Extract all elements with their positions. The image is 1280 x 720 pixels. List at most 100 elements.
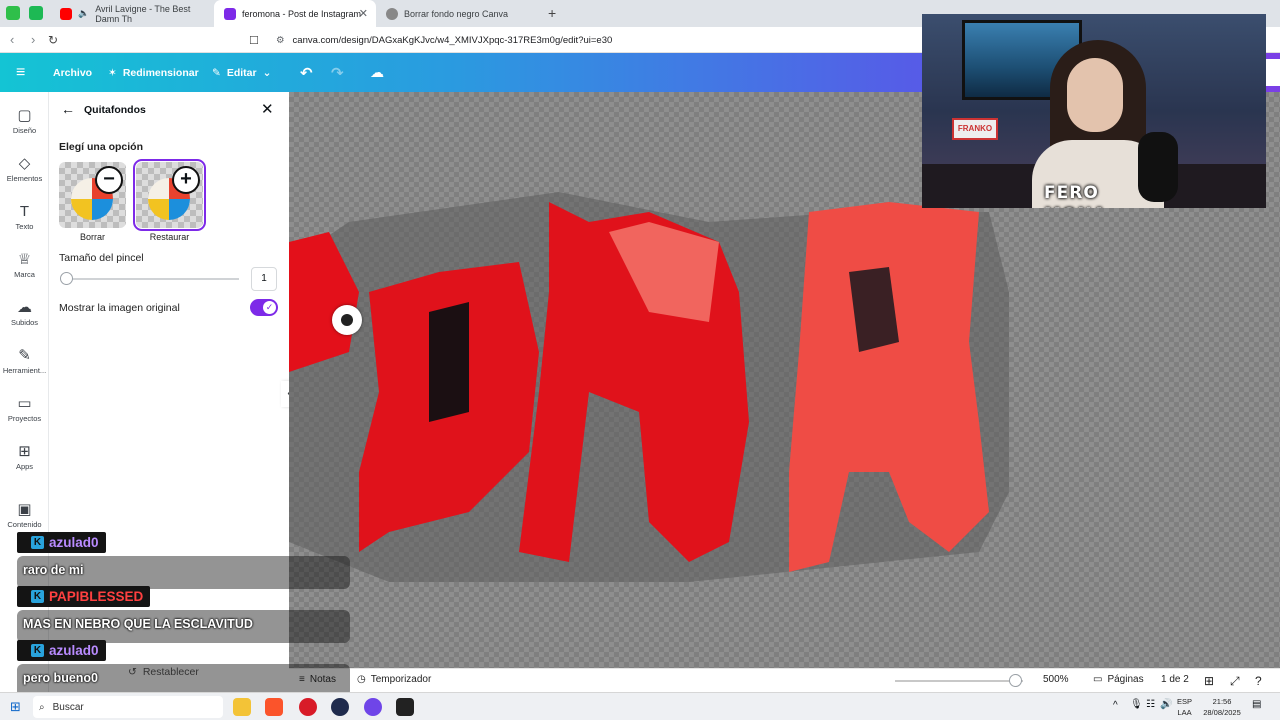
grid-view-icon[interactable]: ⊞	[1204, 674, 1214, 688]
status-bar: ≡ Notas ◷ Temporizador 500% ▭ Páginas 1 de …	[289, 668, 1280, 692]
crown-icon: ✶	[108, 66, 117, 79]
rail-item-projects[interactable]: ▭ Proyectos	[0, 394, 49, 423]
rail-item-elements[interactable]: ◇ Elementos	[0, 154, 49, 183]
taskbar: ⊞ ⌕ Buscar ^ 🎙 ☷ 🔊 ESP LAA 21:56 28/08/2025…	[0, 692, 1280, 720]
rail-label: Marca	[14, 270, 35, 279]
forward-icon[interactable]: ›	[31, 32, 35, 47]
file-menu[interactable]: Archivo	[53, 53, 92, 92]
folder-icon: ▭	[17, 395, 32, 412]
zoom-slider-track[interactable]	[895, 680, 1023, 682]
rail-label: Texto	[15, 222, 34, 231]
undo-icon[interactable]: ↶	[300, 53, 313, 92]
keyboard-language[interactable]: ESP LAA	[1177, 696, 1192, 718]
room-sign: FRANKO	[952, 118, 998, 140]
close-tab-icon[interactable]: ✕	[359, 7, 368, 20]
rail-item-tools[interactable]: ✎ Herramient...	[0, 346, 49, 375]
rail-item-apps[interactable]: ⊞ Apps	[0, 442, 49, 471]
timer-label: Temporizador	[370, 674, 432, 685]
file-label: Archivo	[53, 66, 93, 79]
clock[interactable]: 21:56 28/08/2025	[1200, 696, 1244, 718]
windows-start-icon[interactable]: ⊞	[10, 699, 21, 715]
tab-youtube[interactable]: 🔈 Avril Lavigne - The Best Damn Th	[50, 0, 215, 27]
brush-size-handle[interactable]	[60, 272, 73, 285]
timer-button[interactable]: ◷ Temporizador	[357, 674, 431, 685]
back-icon[interactable]: ‹	[10, 32, 14, 47]
menu-icon[interactable]: ≡	[16, 53, 25, 92]
url-field[interactable]: ⚙ canva.com/design/DAGxaKgKJvc/w4_XMIVJX…	[272, 31, 922, 49]
tab-title: feromona - Post de Instagram	[242, 8, 362, 19]
pages-label: Páginas	[1107, 674, 1144, 685]
brush-cursor	[332, 305, 362, 335]
content-icon: ▣	[17, 501, 32, 518]
minus-icon: −	[95, 166, 123, 194]
letter-o-hole	[429, 302, 469, 422]
rail-item-design[interactable]: ▢ Diseño	[0, 106, 49, 135]
tab-canva[interactable]: feromona - Post de Instagram ✕	[214, 0, 376, 27]
brush-size-track[interactable]	[61, 278, 239, 280]
chat-username-badge: K PAPIBLESSED	[17, 586, 151, 607]
kick-icon[interactable]	[29, 6, 43, 20]
discord-icon[interactable]	[364, 698, 382, 716]
chat-username: PAPIBLESSED	[49, 589, 144, 604]
brush-size-label: Tamaño del pincel	[59, 252, 144, 264]
screen: 🔈 Avril Lavigne - The Best Damn Th ferom…	[0, 0, 1280, 720]
reset-icon: ↺	[128, 666, 137, 678]
app-icon[interactable]	[396, 698, 414, 716]
plus-icon: +	[172, 166, 200, 194]
pages-icon: ▭	[1093, 674, 1103, 685]
zoom-level[interactable]: 500%	[1043, 674, 1069, 685]
whatsapp-icon[interactable]	[6, 6, 20, 20]
close-icon[interactable]: ✕	[261, 100, 274, 118]
url-text: canva.com/design/DAGxaKgKJvc/w4_XMIVJXpq…	[292, 34, 613, 46]
rail-label: Apps	[15, 462, 34, 471]
rail-item-brand[interactable]: ♕ Marca	[0, 250, 49, 279]
show-original-toggle[interactable]: ✓	[250, 299, 278, 316]
microphone-icon[interactable]: 🎙	[1130, 699, 1143, 710]
notification-icon[interactable]: ▤	[1252, 699, 1261, 710]
erase-label: Borrar	[79, 232, 105, 242]
reset-button[interactable]: ↺ Restablecer	[128, 666, 199, 678]
zoom-slider-handle[interactable]	[1009, 674, 1023, 687]
speaker-icon: 🔈	[78, 8, 90, 18]
help-icon[interactable]: ?	[1255, 674, 1262, 688]
chat-message: K PAPIBLESSED MAS EN NEBRO QUE LA ESCLAVI…	[17, 586, 350, 643]
rail-item-content[interactable]: ▣ Contenido	[0, 500, 49, 529]
search-icon: ⌕	[39, 701, 45, 713]
chevron-up-icon[interactable]: ^	[1113, 700, 1118, 711]
pages-button[interactable]: ▭ Páginas	[1093, 674, 1144, 685]
rail-item-text[interactable]: T Texto	[0, 202, 49, 231]
text-icon: T	[19, 203, 30, 220]
erase-option[interactable]: −	[59, 162, 126, 228]
cloud-saved-icon[interactable]: ☁	[370, 53, 384, 92]
app-icon[interactable]	[299, 698, 317, 716]
canva-icon	[224, 7, 236, 20]
chat-text: raro de mi	[17, 556, 350, 589]
volume-icon[interactable]: 🔊	[1160, 699, 1172, 710]
page-count: 1 de 2	[1161, 674, 1189, 685]
arrow-left-icon[interactable]: ←	[61, 101, 75, 117]
shapes-icon: ◇	[18, 155, 31, 172]
chevron-down-icon: ⌄	[262, 66, 272, 79]
taskbar-search[interactable]: ⌕ Buscar	[33, 696, 223, 718]
obs-icon[interactable]	[331, 698, 349, 716]
brush-size-input[interactable]: 1	[251, 267, 277, 291]
new-tab-icon[interactable]: +	[548, 5, 556, 21]
site-info-icon[interactable]: ⚙	[276, 35, 285, 46]
microphone-image	[1138, 132, 1178, 202]
reload-icon[interactable]: ↻	[48, 33, 58, 47]
resize-button[interactable]: ✶ Redimensionar	[108, 53, 199, 92]
resize-label: Redimensionar	[122, 66, 199, 79]
stream-logo: FERO MONA	[1044, 183, 1106, 208]
rail-item-uploads[interactable]: ☁ Subidos	[0, 298, 49, 327]
restore-option[interactable]: +	[133, 159, 206, 231]
rail-label: Subidos	[10, 318, 39, 327]
file-explorer-icon[interactable]	[233, 698, 251, 716]
brand-icon: ♕	[17, 251, 32, 268]
edit-menu[interactable]: ✎ Editar ⌄	[212, 53, 271, 92]
bookmark-icon[interactable]: ☐	[249, 34, 259, 47]
fullscreen-icon[interactable]: ⤢	[1230, 674, 1240, 689]
network-icon[interactable]: ☷	[1146, 699, 1155, 710]
redo-icon[interactable]: ↷	[331, 53, 344, 92]
brave-icon[interactable]	[265, 698, 283, 716]
tab-search[interactable]: Borrar fondo negro Canva	[376, 0, 536, 27]
